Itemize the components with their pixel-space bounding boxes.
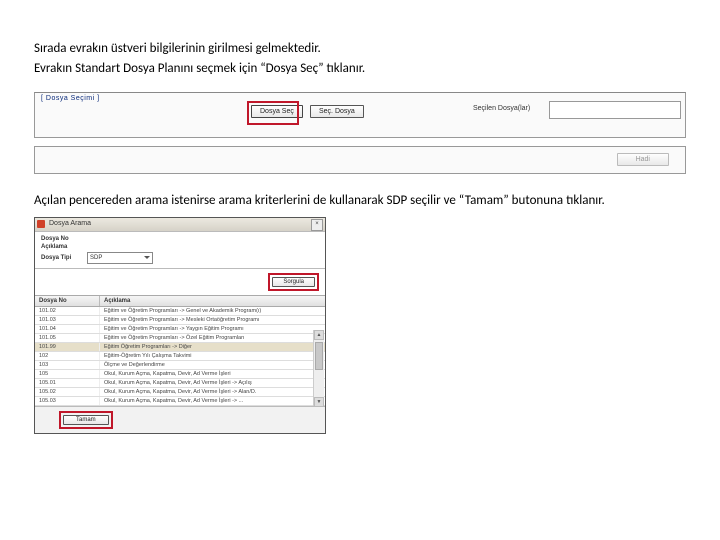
- table-row[interactable]: 101.03Eğitim ve Öğretim Programları -> M…: [35, 316, 325, 325]
- footer-action-button[interactable]: Hadi: [617, 153, 669, 166]
- instruction-1b: Evrakın Standart Dosya Planını seçmek iç…: [34, 60, 686, 78]
- table-row[interactable]: 102Eğitim-Öğretim Yılı Çalışma Takvimi: [35, 352, 325, 361]
- selected-files-field[interactable]: [549, 101, 681, 119]
- cell-file-no: 101.03: [35, 316, 100, 324]
- cell-file-no: 101.05: [35, 334, 100, 342]
- cell-description: Okul, Kurum Açma, Kapatma, Devir, Ad Ver…: [100, 397, 325, 405]
- cell-description: Eğitim ve Öğretim Programları -> Mesleki…: [100, 316, 325, 324]
- cell-file-no: 105.03: [35, 397, 100, 405]
- selected-files-label: Seçilen Dosya(lar): [473, 105, 530, 112]
- highlight-ring: Tamam: [59, 411, 113, 429]
- cell-file-no: 105.01: [35, 379, 100, 387]
- cell-description: Okul, Kurum Açma, Kapatma, Devir, Ad Ver…: [100, 370, 325, 378]
- grid-header-no: Dosya No: [35, 296, 100, 306]
- table-row[interactable]: 101.04Eğitim ve Öğretim Programları -> Y…: [35, 325, 325, 334]
- input-file-no[interactable]: [87, 238, 319, 239]
- highlight-ring: Sorgula: [268, 273, 319, 291]
- cell-file-no: 105: [35, 370, 100, 378]
- ok-button[interactable]: Tamam: [63, 415, 109, 425]
- scroll-up-icon[interactable]: ▲: [314, 330, 324, 340]
- select-file-type[interactable]: SDP: [87, 252, 153, 264]
- query-button[interactable]: Sorgula: [272, 277, 315, 287]
- cell-description: Ölçme ve Değerlendirme: [100, 361, 325, 369]
- cell-description: Eğitim ve Öğretim Programları -> Yaygın …: [100, 325, 325, 333]
- close-icon[interactable]: ×: [311, 219, 323, 231]
- scroll-thumb[interactable]: [315, 342, 323, 370]
- label-file-type: Dosya Tipi: [41, 255, 87, 261]
- search-form: Dosya No Açıklama Dosya Tipi SDP: [35, 232, 325, 269]
- cell-file-no: 101.04: [35, 325, 100, 333]
- file-search-dialog: Dosya Arama × Dosya No Açıklama Dosya Ti…: [34, 217, 326, 434]
- app-icon: [37, 220, 45, 228]
- select-file-button[interactable]: Dosya Seç: [251, 105, 303, 118]
- grid-header: Dosya No Açıklama: [35, 295, 325, 307]
- table-row[interactable]: 105.02Okul, Kurum Açma, Kapatma, Devir, …: [35, 388, 325, 397]
- results-grid: Dosya No Açıklama 101.02Eğitim ve Öğreti…: [35, 295, 325, 406]
- label-file-no: Dosya No: [41, 236, 87, 242]
- cell-description: Eğitim ve Öğretim Programları -> Özel Eğ…: [100, 334, 325, 342]
- remove-file-button[interactable]: Seç. Dosya: [310, 105, 364, 118]
- table-row[interactable]: 101.05Eğitim ve Öğretim Programları -> Ö…: [35, 334, 325, 343]
- cell-description: Eğitim ve Öğretim Programları -> Genel v…: [100, 307, 325, 315]
- scrollbar[interactable]: ▲ ▼: [313, 330, 324, 407]
- cell-description: Okul, Kurum Açma, Kapatma, Devir, Ad Ver…: [100, 379, 325, 387]
- cell-file-no: 103: [35, 361, 100, 369]
- dialog-titlebar: Dosya Arama ×: [35, 218, 325, 232]
- instruction-1a: Sırada evrakın üstveri bilgilerinin giri…: [34, 40, 686, 58]
- file-select-panel: [ Dosya Seçimi ] Dosya Seç Seç. Dosya Se…: [34, 92, 686, 138]
- grid-header-desc: Açıklama: [100, 296, 325, 306]
- chevron-down-icon: [144, 256, 150, 259]
- cell-description: Okul, Kurum Açma, Kapatma, Devir, Ad Ver…: [100, 388, 325, 396]
- select-file-type-value: SDP: [90, 255, 102, 261]
- table-row[interactable]: 105.01Okul, Kurum Açma, Kapatma, Devir, …: [35, 379, 325, 388]
- instruction-2: Açılan pencereden arama istenirse arama …: [34, 192, 686, 210]
- instruction-1: Sırada evrakın üstveri bilgilerinin giri…: [34, 40, 686, 78]
- cell-file-no: 105.02: [35, 388, 100, 396]
- cell-file-no: 102: [35, 352, 100, 360]
- table-row[interactable]: 101.99Eğitim Öğretim Programları -> Diğe…: [35, 343, 325, 352]
- cell-description: Eğitim-Öğretim Yılı Çalışma Takvimi: [100, 352, 325, 360]
- table-row[interactable]: 101.02Eğitim ve Öğretim Programları -> G…: [35, 307, 325, 316]
- input-description[interactable]: [87, 246, 319, 247]
- file-select-panel-label: [ Dosya Seçimi ]: [41, 95, 100, 102]
- cell-file-no: 101.99: [35, 343, 100, 351]
- cell-file-no: 101.02: [35, 307, 100, 315]
- table-row[interactable]: 105Okul, Kurum Açma, Kapatma, Devir, Ad …: [35, 370, 325, 379]
- table-row[interactable]: 105.03Okul, Kurum Açma, Kapatma, Devir, …: [35, 397, 325, 406]
- dialog-title: Dosya Arama: [49, 220, 91, 227]
- label-description: Açıklama: [41, 244, 87, 250]
- dialog-footer: Tamam: [35, 406, 325, 433]
- table-row[interactable]: 103Ölçme ve Değerlendirme: [35, 361, 325, 370]
- cell-description: Eğitim Öğretim Programları -> Diğer: [100, 343, 325, 351]
- file-select-footer: Hadi: [34, 146, 686, 174]
